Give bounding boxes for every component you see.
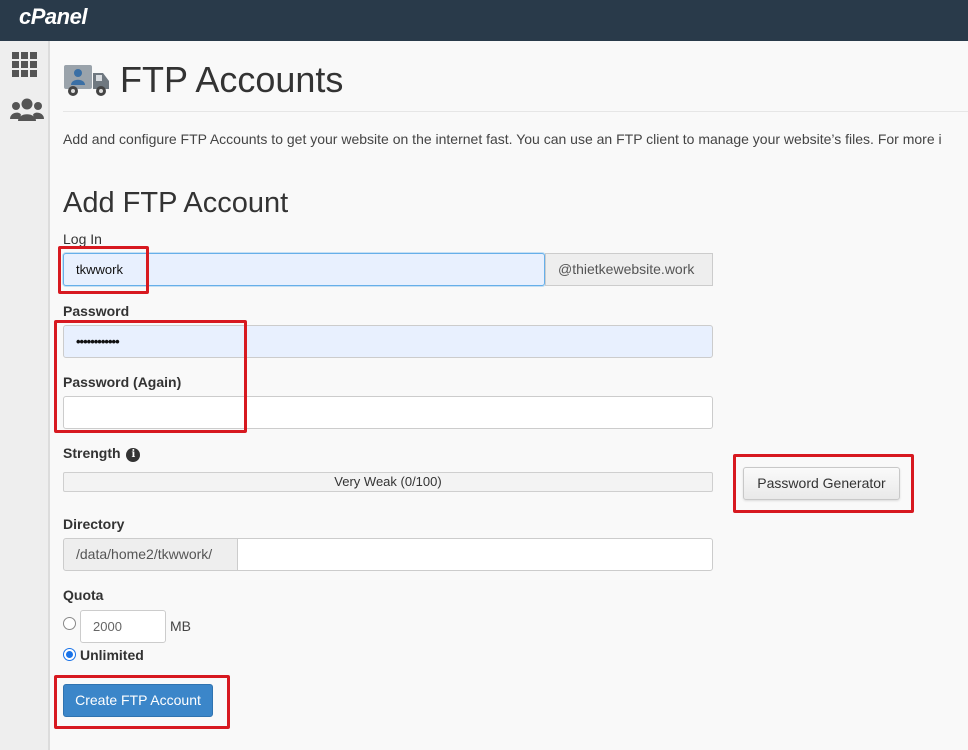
login-input[interactable]: tkwwork xyxy=(63,253,545,286)
ftp-truck-icon xyxy=(63,61,111,101)
quota-unit: MB xyxy=(170,618,191,634)
quota-input[interactable]: 2000 xyxy=(80,610,166,643)
quota-unlimited-label[interactable]: Unlimited xyxy=(80,647,144,663)
section-heading: Add FTP Account xyxy=(63,187,289,219)
grid-icon[interactable] xyxy=(10,51,40,79)
page-description: Add and configure FTP Accounts to get yo… xyxy=(63,131,942,147)
password-label: Password xyxy=(63,303,130,319)
top-bar: cPanel xyxy=(0,0,968,41)
login-label: Log In xyxy=(63,231,102,247)
quota-limited-radio[interactable] xyxy=(63,617,76,630)
quota-unlimited-radio[interactable] xyxy=(63,648,76,661)
users-icon[interactable] xyxy=(10,97,44,125)
sidebar xyxy=(0,41,50,750)
page-title: FTP Accounts xyxy=(120,59,344,100)
strength-label-text: Strength xyxy=(63,445,121,461)
quota-label: Quota xyxy=(63,587,104,603)
password-input[interactable]: •••••••••••• xyxy=(63,325,713,358)
directory-input[interactable] xyxy=(237,538,713,571)
directory-prefix-addon: /data/home2/tkwwork/ xyxy=(63,538,238,571)
main-content: FTP Accounts Add and configure FTP Accou… xyxy=(50,41,968,750)
password-again-label: Password (Again) xyxy=(63,374,182,390)
page-header: FTP Accounts xyxy=(63,59,968,112)
strength-meter-text: Very Weak (0/100) xyxy=(334,474,442,489)
info-icon[interactable]: i xyxy=(126,448,141,462)
cpanel-logo[interactable]: cPanel xyxy=(19,4,87,30)
password-again-input[interactable] xyxy=(63,396,713,429)
password-generator-button[interactable]: Password Generator xyxy=(743,467,900,500)
password-strength-meter: Very Weak (0/100) xyxy=(63,472,713,492)
directory-label: Directory xyxy=(63,516,125,532)
create-ftp-account-button[interactable]: Create FTP Account xyxy=(63,684,213,717)
login-domain-addon: @thietkewebsite.work xyxy=(545,253,713,286)
strength-label: Strength i xyxy=(63,445,141,462)
